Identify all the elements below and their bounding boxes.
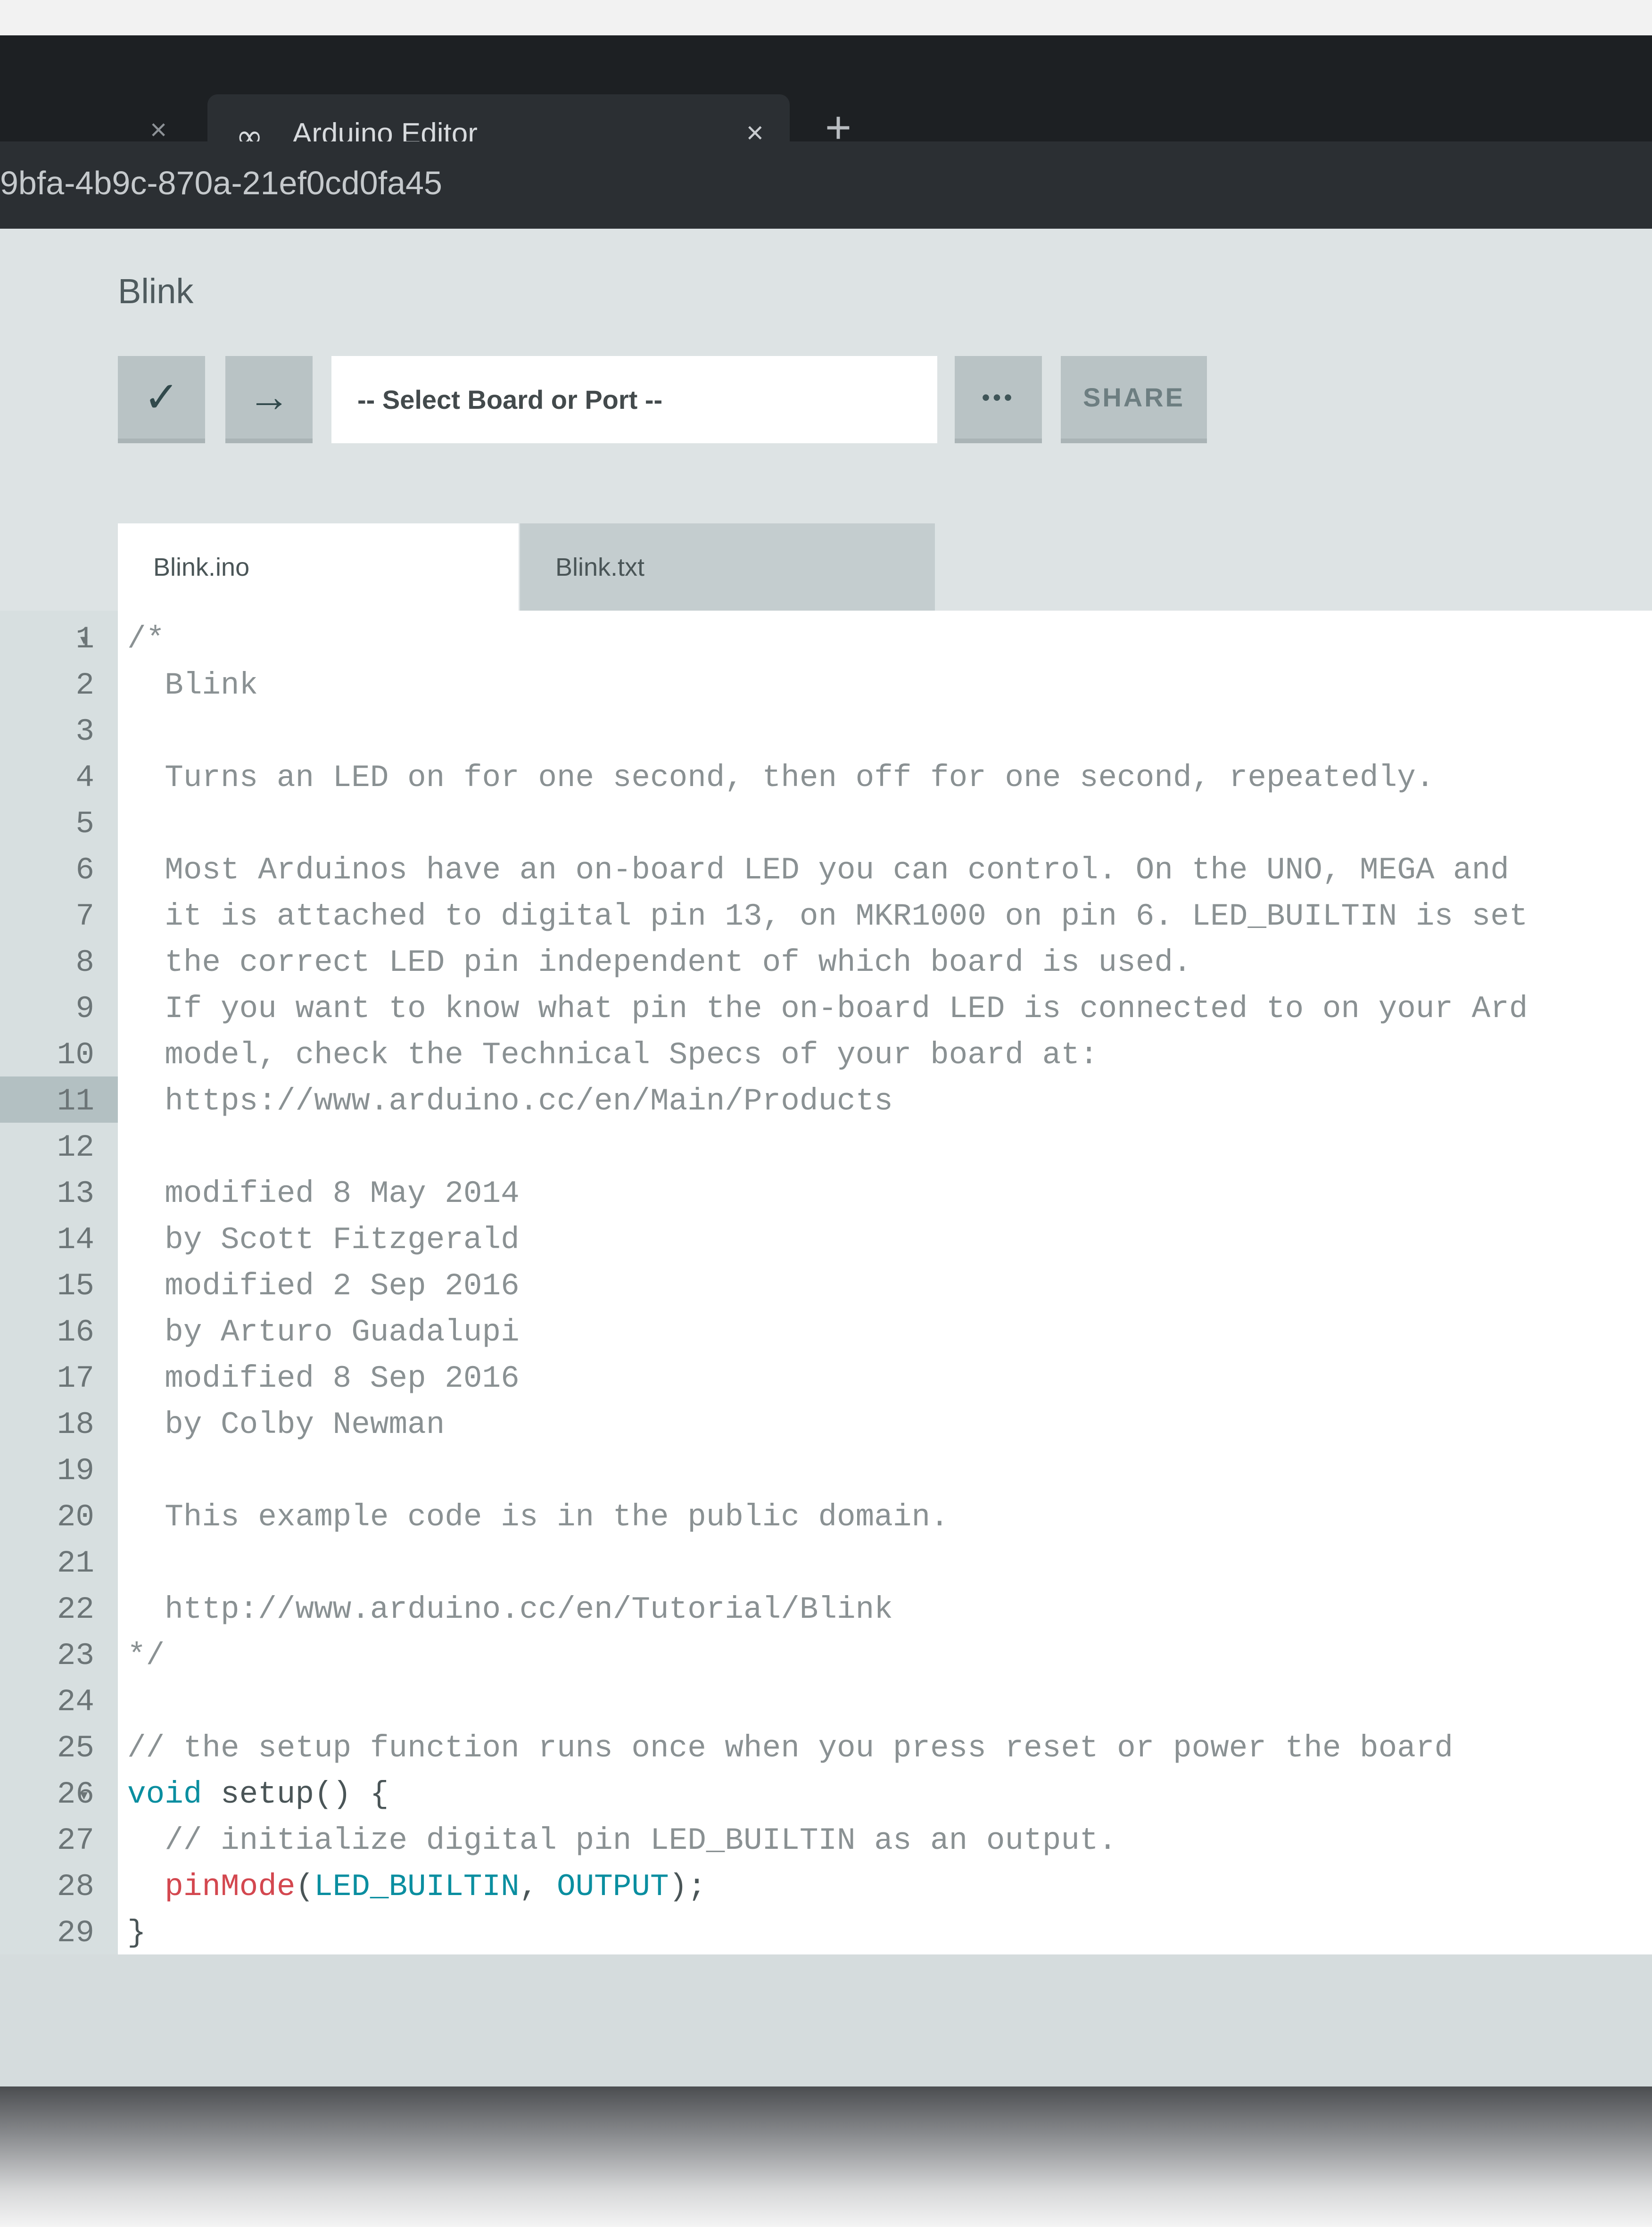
- line-number: 9: [75, 991, 94, 1027]
- line-number: 4: [75, 760, 94, 795]
- line-number: 3: [75, 714, 94, 749]
- board-port-select[interactable]: -- Select Board or Port --: [331, 356, 937, 443]
- line-number: 17: [57, 1361, 94, 1396]
- board-port-select-label: -- Select Board or Port --: [357, 385, 663, 414]
- line-number: 23: [57, 1638, 94, 1673]
- code-constant: LED_BUILTIN: [314, 1869, 520, 1904]
- code-line: by Arturo Guadalupi: [127, 1315, 520, 1350]
- fold-arrow-icon[interactable]: ▾: [80, 1772, 88, 1818]
- code-keyword: void: [127, 1777, 202, 1812]
- code-line: If you want to know what pin the on-boar…: [127, 991, 1528, 1027]
- line-number: 14: [57, 1222, 94, 1258]
- line-number: 15: [57, 1268, 94, 1304]
- file-tab-label: Blink.ino: [153, 553, 250, 581]
- line-number: 11: [57, 1084, 94, 1119]
- line-number: 19: [57, 1453, 94, 1489]
- line-number: 24: [57, 1684, 94, 1720]
- arrow-right-icon: →: [248, 373, 290, 421]
- tab-blink-txt[interactable]: Blink.txt: [520, 523, 935, 611]
- line-number: 16: [57, 1315, 94, 1350]
- line-number: 6: [75, 853, 94, 888]
- code-line: https://www.arduino.cc/en/Main/Products: [127, 1084, 893, 1119]
- line-number: 21: [57, 1546, 94, 1581]
- line-number: 20: [57, 1499, 94, 1535]
- code-line: void setup() {: [127, 1772, 389, 1818]
- checkmark-icon: ✓: [143, 374, 180, 421]
- code-line: }: [127, 1915, 146, 1951]
- code-line: modified 8 Sep 2016: [127, 1361, 520, 1396]
- code-line: // initialize digital pin LED_BUILTIN as…: [127, 1823, 1117, 1858]
- code-editor[interactable]: /* Blink Turns an LED on for one second,…: [118, 611, 1652, 1954]
- code-line: modified 8 May 2014: [127, 1176, 520, 1211]
- code-text: );: [669, 1869, 706, 1904]
- code-line: This example code is in the public domai…: [127, 1499, 949, 1535]
- upload-button[interactable]: →: [225, 356, 313, 443]
- code-line: by Scott Fitzgerald: [127, 1222, 520, 1258]
- arduino-editor-app: Blink ✓ → -- Select Board or Port -- •••…: [0, 229, 1652, 2086]
- window-shadow: [0, 2086, 1652, 2227]
- fold-arrow-icon[interactable]: ▾: [80, 616, 88, 662]
- line-number: 10: [57, 1037, 94, 1073]
- code-line: */: [127, 1638, 165, 1673]
- line-number: 8: [75, 945, 94, 980]
- tab-blink-ino[interactable]: Blink.ino: [118, 523, 519, 611]
- code-line: Blink: [127, 668, 258, 703]
- line-number: 28: [57, 1869, 94, 1904]
- code-constant: OUTPUT: [556, 1869, 669, 1904]
- code-line: pinMode(LED_BUILTIN, OUTPUT);: [127, 1864, 706, 1910]
- line-number: 2: [75, 668, 94, 703]
- file-tab-label: Blink.txt: [555, 553, 645, 581]
- code-line: the correct LED pin independent of which…: [127, 945, 1192, 980]
- ellipsis-icon: •••: [982, 384, 1015, 411]
- share-button-label: SHARE: [1082, 382, 1185, 412]
- share-button[interactable]: SHARE: [1061, 356, 1207, 443]
- line-number: 29: [57, 1915, 94, 1951]
- address-bar-url[interactable]: 9bfa-4b9c-870a-21ef0cd0fa45: [0, 164, 442, 202]
- editor-bottom-panel: [0, 1954, 1652, 2086]
- code-text: ,: [519, 1869, 557, 1904]
- code-function: pinMode: [165, 1869, 296, 1904]
- line-number-gutter: 1 2 3 4 5 6 7 8 9 10 11 12 13 14 15 16 17 18 19 20 21 22 23 24 2…: [0, 611, 118, 1954]
- line-number: 5: [75, 806, 94, 842]
- code-line: model, check the Technical Specs of your…: [127, 1037, 1099, 1073]
- code-line: Turns an LED on for one second, then off…: [127, 760, 1435, 795]
- verify-button[interactable]: ✓: [118, 356, 205, 443]
- line-number: 27: [57, 1823, 94, 1858]
- code-line: http://www.arduino.cc/en/Tutorial/Blink: [127, 1592, 893, 1627]
- address-bar[interactable]: 9bfa-4b9c-870a-21ef0cd0fa45: [0, 141, 1652, 229]
- line-number: 25: [57, 1730, 94, 1766]
- code-line: /*: [127, 621, 165, 657]
- code-text: (: [295, 1869, 314, 1904]
- code-line: Most Arduinos have an on-board LED you c…: [127, 853, 1509, 888]
- code-line: modified 2 Sep 2016: [127, 1268, 520, 1304]
- sketch-title: Blink: [118, 272, 194, 311]
- line-number: 18: [57, 1407, 94, 1442]
- code-line: it is attached to digital pin 13, on MKR…: [127, 899, 1528, 934]
- browser-tab-bar: × ∞ Arduino Editor × +: [0, 35, 1652, 177]
- more-options-button[interactable]: •••: [955, 356, 1042, 443]
- code-text: setup() {: [202, 1777, 389, 1812]
- code-line: by Colby Newman: [127, 1407, 445, 1442]
- line-number: 13: [57, 1176, 94, 1211]
- code-line: // the setup function runs once when you…: [127, 1730, 1454, 1766]
- line-number: 12: [57, 1130, 94, 1165]
- line-number: 22: [57, 1592, 94, 1627]
- line-number: 7: [75, 899, 94, 934]
